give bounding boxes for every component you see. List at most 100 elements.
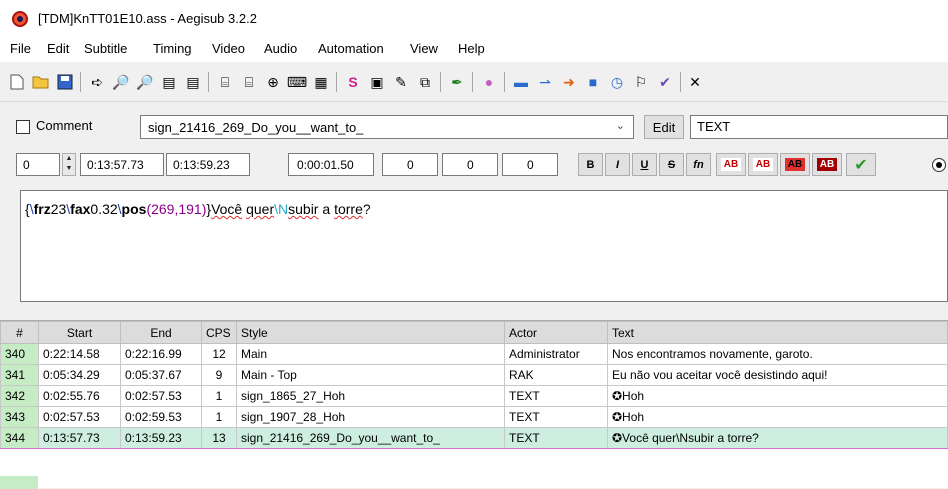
main-toolbar: ➪ 🔎 🔎 ▤ ▤ ⌸ ⌸ ⊕ ⌨ ▦ S ▣ ✎ ⧉ ✒ ● ▬ ⇀ ➜ ■ …	[0, 62, 948, 102]
paste-style-icon[interactable]: ▤	[182, 71, 204, 93]
find-icon[interactable]: 🔎	[110, 71, 132, 93]
menu-timing[interactable]: Timing	[153, 41, 192, 56]
chevron-down-icon: ⌄	[615, 120, 625, 132]
column-header-end[interactable]: End	[120, 321, 202, 344]
commit-check-icon[interactable]: ✔	[846, 153, 876, 176]
cell-text: Nos encontramos novamente, garoto.	[607, 343, 948, 365]
bold-button[interactable]: B	[578, 153, 603, 176]
translation-assistant-icon[interactable]: ⚐	[630, 71, 652, 93]
margin-left-field[interactable]: 0	[382, 153, 438, 176]
new-file-icon[interactable]	[6, 71, 28, 93]
export-icon[interactable]: ▦	[310, 71, 332, 93]
style-dropdown[interactable]: sign_21416_269_Do_you__want_to_ ⌄	[140, 115, 634, 139]
kanji-timer-icon[interactable]: ●	[478, 71, 500, 93]
automation-icon[interactable]: ✒	[446, 71, 468, 93]
margin-vertical-field[interactable]: 0	[502, 153, 558, 176]
styles-manager-icon[interactable]: ⌸	[238, 71, 260, 93]
menu-subtitle[interactable]: Subtitle	[84, 41, 127, 56]
stop-icon[interactable]: ■	[582, 71, 604, 93]
shadow-color-label: AB	[816, 158, 838, 171]
duration-field[interactable]: 0:00:01.50	[288, 153, 374, 176]
column-header-style[interactable]: Style	[236, 321, 505, 344]
comment-checkbox[interactable]	[16, 120, 30, 134]
cell-number: 340	[0, 343, 39, 365]
margin-right-field[interactable]: 0	[442, 153, 498, 176]
table-row-selected[interactable]: 344 0:13:57.73 0:13:59.23 13 sign_21416_…	[0, 427, 948, 449]
shadow-color-button[interactable]: AB	[812, 153, 842, 176]
cell-end: 0:02:59.53	[120, 406, 202, 428]
table-row[interactable]: 340 0:22:14.58 0:22:16.99 12 Main Admini…	[0, 343, 948, 365]
select-lines-icon[interactable]: ⧉	[414, 71, 436, 93]
play-line-icon[interactable]: ➜	[558, 71, 580, 93]
spellcheck-icon[interactable]: S	[342, 71, 364, 93]
menu-help[interactable]: Help	[458, 41, 485, 56]
cell-style: Main - Top	[236, 364, 505, 386]
replace-icon[interactable]: 🔎	[134, 71, 156, 93]
comment-label: Comment	[36, 118, 93, 133]
layer-field[interactable]: 0	[16, 153, 60, 176]
strikeout-button[interactable]: S	[659, 153, 684, 176]
attachments-icon[interactable]: ⊕	[262, 71, 284, 93]
menu-file[interactable]: File	[10, 41, 31, 56]
table-row[interactable]: 341 0:05:34.29 0:05:37.67 9 Main - Top R…	[0, 364, 948, 386]
cell-cps: 9	[201, 364, 237, 386]
open-folder-icon[interactable]	[30, 71, 52, 93]
column-header-actor[interactable]: Actor	[504, 321, 608, 344]
column-header-text[interactable]: Text	[607, 321, 948, 344]
text-token: a	[322, 201, 331, 217]
subtitle-text-editor[interactable]: {\frz23\fax0.32\pos(269,191)}Você quer\N…	[20, 190, 948, 302]
column-header-cps[interactable]: CPS	[201, 321, 237, 344]
outline-color-label: AB	[784, 158, 806, 171]
start-time-field[interactable]: 0:13:57.73	[80, 153, 164, 176]
margin-vertical-value: 0	[527, 158, 534, 172]
cell-number: 341	[0, 364, 39, 386]
fonts-collector-icon[interactable]: ⌨	[286, 71, 308, 93]
end-time-field[interactable]: 0:13:59.23	[166, 153, 250, 176]
actor-input[interactable]: TEXT	[690, 115, 948, 139]
table-row[interactable]: 342 0:02:55.76 0:02:57.53 1 sign_1865_27…	[0, 385, 948, 407]
cell-style: Main	[236, 343, 505, 365]
column-header-start[interactable]: Start	[38, 321, 121, 344]
snap-end-icon[interactable]: ⇀	[534, 71, 556, 93]
text-token: Você	[211, 201, 243, 217]
aegisub-logo-icon	[12, 11, 28, 27]
toolbar-separator	[336, 72, 337, 92]
font-button[interactable]: fn	[686, 153, 711, 176]
close-icon[interactable]: ✕	[684, 71, 706, 93]
margin-right-value: 0	[467, 158, 474, 172]
subtitle-grid[interactable]: # Start End CPS Style Actor Text 340 0:2…	[0, 320, 948, 489]
cell-start: 0:22:14.58	[38, 343, 121, 365]
outline-color-button[interactable]: AB	[780, 153, 810, 176]
copy-style-icon[interactable]: ▤	[158, 71, 180, 93]
timing-postprocessor-icon[interactable]: ◷	[606, 71, 628, 93]
save-icon[interactable]	[54, 71, 76, 93]
cell-cps: 1	[201, 406, 237, 428]
table-row[interactable]: 343 0:02:57.53 0:02:59.53 1 sign_1907_28…	[0, 406, 948, 428]
menu-view[interactable]: View	[410, 41, 438, 56]
layer-spin-button[interactable]: ▲ ▼	[62, 153, 76, 176]
properties-icon[interactable]: ▣	[366, 71, 388, 93]
menu-edit[interactable]: Edit	[47, 41, 69, 56]
resample-icon[interactable]: ✎	[390, 71, 412, 93]
primary-color-button[interactable]: AB	[716, 153, 746, 176]
title-bar: [TDM]KnTT01E10.ass - Aegisub 3.2.2	[0, 0, 948, 36]
cell-actor: RAK	[504, 364, 608, 386]
snap-start-icon[interactable]: ▬	[510, 71, 532, 93]
cell-text: ✪Você quer\Nsubir a torre?	[607, 427, 948, 449]
style-helper-icon[interactable]: ✔	[654, 71, 676, 93]
menu-automation[interactable]: Automation	[318, 41, 384, 56]
underline-button[interactable]: U	[632, 153, 657, 176]
text-token: subir	[288, 201, 319, 217]
text-token: pos	[121, 201, 147, 217]
menu-video[interactable]: Video	[212, 41, 245, 56]
secondary-color-button[interactable]: AB	[748, 153, 778, 176]
column-header-number[interactable]: #	[0, 321, 39, 344]
edit-style-button[interactable]: Edit	[644, 115, 684, 139]
toolbar-separator	[440, 72, 441, 92]
time-radio-button[interactable]	[932, 158, 946, 172]
shift-times-icon[interactable]: ⌸	[214, 71, 236, 93]
jump-to-icon[interactable]: ➪	[86, 71, 108, 93]
italic-button[interactable]: I	[605, 153, 630, 176]
text-token: 23	[50, 201, 67, 217]
menu-audio[interactable]: Audio	[264, 41, 297, 56]
